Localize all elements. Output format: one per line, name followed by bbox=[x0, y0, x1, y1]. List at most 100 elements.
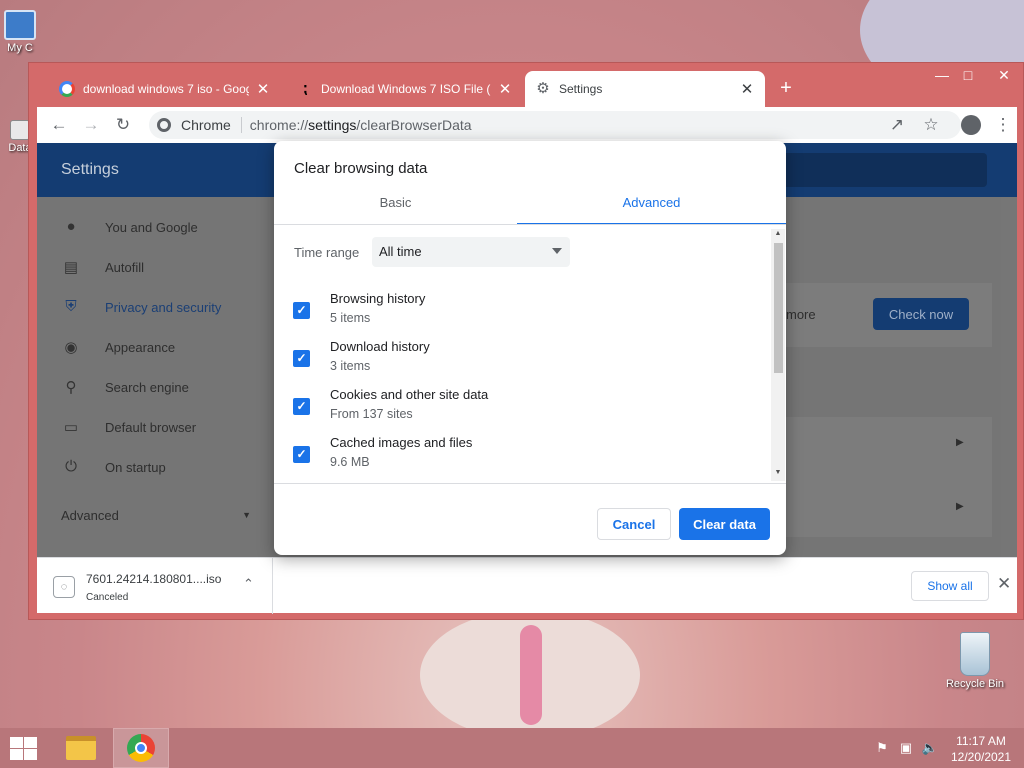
checkbox-checked-icon[interactable]: ✓ bbox=[293, 446, 310, 463]
option-cookies[interactable]: ✓ Cookies and other site data From 137 s… bbox=[274, 387, 764, 435]
tab-title: download windows 7 iso - Googl bbox=[83, 82, 249, 96]
option-label: Download history bbox=[330, 339, 430, 354]
system-clock[interactable]: 11:17 AM 12/20/2021 bbox=[945, 733, 1017, 765]
show-all-button[interactable]: Show all bbox=[911, 571, 989, 601]
maximize-icon[interactable]: □ bbox=[953, 65, 983, 85]
tab-settings[interactable]: ⚙ Settings ✕ bbox=[525, 71, 765, 107]
sidebar-item-autofill[interactable]: ▤ Autofill bbox=[61, 257, 144, 277]
taskbar-file-explorer[interactable] bbox=[53, 728, 109, 768]
sidebar-item-you-and-google[interactable]: ● You and Google bbox=[61, 217, 198, 237]
profile-avatar-icon[interactable] bbox=[957, 111, 985, 139]
person-icon: ● bbox=[66, 218, 76, 235]
forward-icon[interactable]: → bbox=[77, 111, 105, 139]
close-window-icon[interactable]: ✕ bbox=[989, 65, 1019, 85]
sidebar-item-appearance[interactable]: ◉ Appearance bbox=[61, 337, 175, 357]
dropdown-arrow-icon bbox=[552, 248, 562, 254]
site-chip[interactable]: Chrome bbox=[157, 117, 242, 133]
page-scrollbar[interactable] bbox=[1001, 197, 1017, 557]
sidebar-item-privacy-and-security[interactable]: ⛨ Privacy and security bbox=[61, 297, 221, 317]
windows-logo-icon bbox=[24, 749, 37, 760]
tab-advanced[interactable]: Advanced bbox=[517, 193, 786, 225]
download-item[interactable]: ◌ 7601.24214.180801....iso Canceled ⌃ bbox=[37, 558, 273, 614]
dialog-title: Clear browsing data bbox=[294, 160, 428, 177]
option-sublabel: 3 items bbox=[330, 359, 371, 373]
option-cached-images[interactable]: ✓ Cached images and files 9.6 MB bbox=[274, 435, 764, 483]
desktop-icon-my-computer[interactable]: My C bbox=[0, 10, 40, 54]
action-center-flag-icon[interactable]: ⚑ bbox=[873, 740, 891, 756]
privacy-card: ▶ ▶ bbox=[782, 417, 992, 537]
time-range-select[interactable]: All time bbox=[372, 237, 570, 267]
search-icon: ⚲ bbox=[65, 379, 77, 396]
url-host: settings bbox=[308, 117, 357, 133]
reload-icon[interactable]: ↻ bbox=[109, 111, 137, 139]
sidebar-item-search-engine[interactable]: ⚲ Search engine bbox=[61, 377, 189, 397]
cancel-button[interactable]: Cancel bbox=[597, 508, 671, 540]
tab-bar: — □ ✕ download windows 7 iso - Googl ✕ ⁏… bbox=[29, 63, 1023, 107]
tab-google-search[interactable]: download windows 7 iso - Googl ✕ bbox=[49, 71, 281, 107]
download-status: Canceled bbox=[86, 592, 129, 603]
desktop-icon-label: Recycle Bin bbox=[945, 678, 1005, 690]
sidebar-item-label: You and Google bbox=[105, 219, 198, 235]
close-icon[interactable]: ✕ bbox=[739, 80, 755, 98]
chevron-right-icon: ▶ bbox=[956, 501, 964, 512]
option-sublabel: 5 items bbox=[330, 311, 371, 325]
chrome-icon bbox=[127, 734, 155, 762]
sidebar-item-label: On startup bbox=[105, 459, 166, 475]
sidebar-item-default-browser[interactable]: ▭ Default browser bbox=[61, 417, 196, 437]
clock-date: 12/20/2021 bbox=[950, 750, 1012, 764]
sidebar-item-label: Autofill bbox=[105, 259, 145, 275]
palette-icon: ◉ bbox=[64, 339, 78, 356]
safety-check-more-text: more bbox=[786, 307, 816, 322]
checkbox-checked-icon[interactable]: ✓ bbox=[293, 398, 310, 415]
address-bar[interactable]: Chrome chrome://settings/clearBrowserDat… bbox=[149, 111, 961, 139]
close-icon[interactable]: ✕ bbox=[255, 80, 271, 98]
back-icon[interactable]: ← bbox=[45, 111, 73, 139]
option-download-history[interactable]: ✓ Download history 3 items bbox=[274, 339, 764, 387]
url-text: chrome://settings/clearBrowserData bbox=[242, 117, 472, 133]
browser-icon: ▭ bbox=[63, 419, 79, 436]
clear-data-button[interactable]: Clear data bbox=[679, 508, 770, 540]
scroll-down-arrow-icon[interactable]: ▼ bbox=[773, 469, 783, 479]
gear-icon: ⚙ bbox=[536, 80, 550, 97]
dialog-body: Time range All time ✓ Browsing history 5… bbox=[274, 225, 786, 483]
sidebar-advanced-toggle[interactable]: Advanced ▼ bbox=[61, 505, 251, 525]
clipboard-icon: ▤ bbox=[63, 259, 79, 276]
desktop-icon-recycle-bin[interactable]: Recycle Bin bbox=[940, 632, 1010, 690]
power-icon: ⏻ bbox=[65, 458, 77, 475]
windows-logo-icon bbox=[24, 737, 37, 748]
folder-icon bbox=[10, 120, 30, 140]
url-path: /clearBrowserData bbox=[356, 117, 472, 133]
site-icon: ⁏ bbox=[302, 80, 308, 97]
browser-toolbar: ← → ↻ Chrome chrome://settings/clearBrow… bbox=[37, 107, 1017, 143]
taskbar: ⚑ ▣ 🔈 11:17 AM 12/20/2021 bbox=[0, 728, 1024, 768]
computer-icon bbox=[4, 10, 36, 40]
close-icon[interactable]: ✕ bbox=[497, 80, 513, 98]
sidebar-item-on-startup[interactable]: ⏻ On startup bbox=[61, 457, 166, 477]
download-bar: ◌ 7601.24214.180801....iso Canceled ⌃ Sh… bbox=[37, 557, 1017, 614]
chevron-right-icon: ▶ bbox=[956, 437, 964, 448]
taskbar-chrome[interactable] bbox=[113, 728, 169, 768]
option-sublabel: From 137 sites bbox=[330, 407, 413, 421]
dialog-scrollbar-thumb[interactable] bbox=[774, 243, 783, 373]
tab-basic[interactable]: Basic bbox=[274, 193, 517, 225]
bookmark-star-icon[interactable]: ☆ bbox=[917, 111, 945, 139]
checkbox-checked-icon[interactable]: ✓ bbox=[293, 350, 310, 367]
folder-icon bbox=[66, 736, 96, 760]
checkbox-checked-icon[interactable]: ✓ bbox=[293, 302, 310, 319]
menu-kebab-icon[interactable]: ⋮ bbox=[989, 111, 1017, 139]
check-now-button[interactable]: Check now bbox=[873, 298, 969, 330]
start-button[interactable] bbox=[8, 736, 38, 760]
new-tab-button[interactable]: + bbox=[773, 76, 799, 102]
share-icon[interactable]: ↗ bbox=[883, 111, 911, 139]
wallpaper-shape bbox=[520, 625, 542, 725]
chevron-up-icon[interactable]: ⌃ bbox=[243, 576, 254, 592]
tab-download-iso[interactable]: ⁏ Download Windows 7 ISO File (U ✕ bbox=[287, 71, 523, 107]
close-download-bar-icon[interactable]: ✕ bbox=[997, 574, 1011, 594]
option-label: Browsing history bbox=[330, 291, 426, 306]
time-range-value: All time bbox=[379, 244, 422, 259]
network-icon[interactable]: ▣ bbox=[897, 740, 915, 756]
volume-muted-icon[interactable]: 🔈 bbox=[921, 740, 939, 756]
option-browsing-history[interactable]: ✓ Browsing history 5 items bbox=[274, 291, 764, 339]
settings-search-box[interactable] bbox=[777, 153, 987, 187]
scroll-up-arrow-icon[interactable]: ▲ bbox=[773, 230, 783, 240]
